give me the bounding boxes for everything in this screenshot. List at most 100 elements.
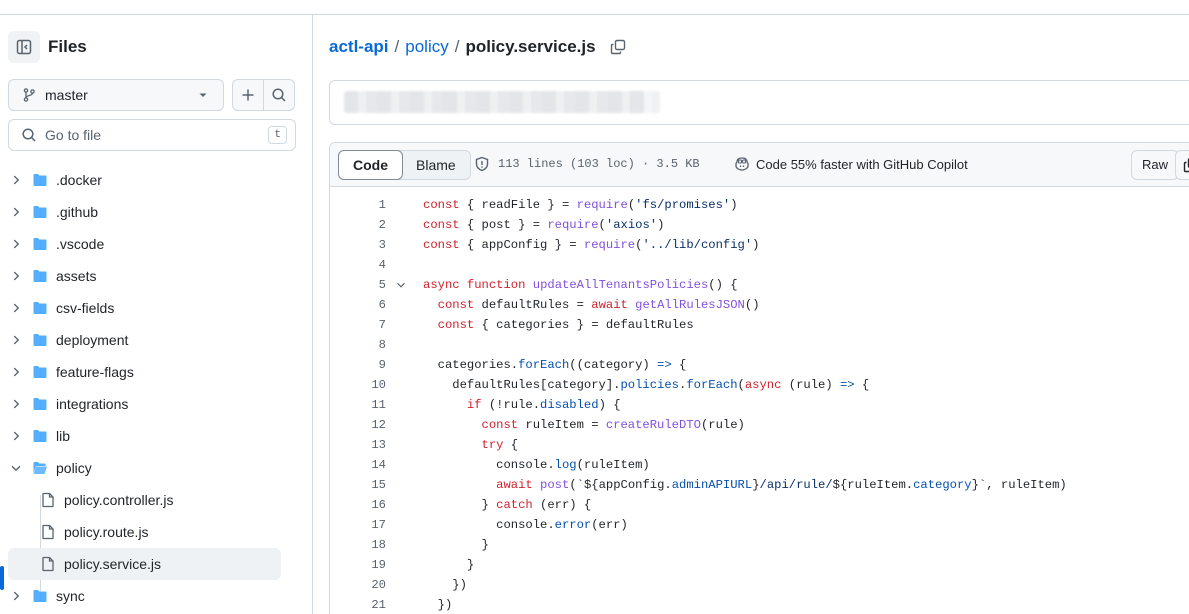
- code-viewer-header: Code Blame 113 lines (103 loc) · 3.5 KB …: [330, 143, 1189, 187]
- code-line: 3 const { appConfig } = require('../lib/c…: [330, 235, 1189, 255]
- raw-button[interactable]: Raw: [1131, 150, 1180, 180]
- folder-icon: [32, 268, 48, 284]
- line-number[interactable]: 18: [330, 535, 386, 555]
- collapse-sidebar-button[interactable]: [8, 31, 40, 63]
- chevron-right-icon[interactable]: [9, 205, 23, 219]
- line-number[interactable]: 13: [330, 435, 386, 455]
- tab-code[interactable]: Code: [338, 150, 403, 180]
- tree-item-label: assets: [56, 268, 97, 284]
- code-text: console.error(err): [423, 518, 628, 532]
- line-number[interactable]: 11: [330, 395, 386, 415]
- file-icon: [40, 556, 56, 572]
- copy-path-button[interactable]: [610, 39, 626, 55]
- tab-blame[interactable]: Blame: [402, 151, 470, 179]
- search-icon: [272, 88, 286, 102]
- line-number[interactable]: 19: [330, 555, 386, 575]
- tree-folder-item[interactable]: policy: [0, 452, 312, 484]
- chevron-right-icon[interactable]: [9, 365, 23, 379]
- line-number[interactable]: 10: [330, 375, 386, 395]
- redacted-commit-info: [344, 91, 644, 113]
- chevron-right-icon[interactable]: [9, 173, 23, 187]
- tree-folder-item[interactable]: .vscode: [0, 228, 312, 260]
- tree-folder-item[interactable]: sync: [0, 580, 312, 612]
- file-stats: 113 lines (103 loc) · 3.5 KB: [498, 157, 700, 171]
- chevron-right-icon[interactable]: [9, 589, 23, 603]
- chevron-right-icon[interactable]: [9, 397, 23, 411]
- line-number[interactable]: 6: [330, 295, 386, 315]
- line-number[interactable]: 7: [330, 315, 386, 335]
- code-line: 6 const defaultRules = await getAllRules…: [330, 295, 1189, 315]
- chevron-right-icon[interactable]: [9, 237, 23, 251]
- folder-icon: [32, 332, 48, 348]
- git-branch-icon: [23, 88, 35, 102]
- chevron-right-icon[interactable]: [9, 301, 23, 315]
- code-line: 12 const ruleItem = createRuleDTO(rule): [330, 415, 1189, 435]
- code-line: 2 const { post } = require('axios'): [330, 215, 1189, 235]
- chevron-right-icon[interactable]: [9, 269, 23, 283]
- line-number[interactable]: 8: [330, 335, 386, 355]
- copilot-promo[interactable]: Code 55% faster with GitHub Copilot: [734, 156, 968, 172]
- line-number[interactable]: 4: [330, 255, 386, 275]
- search-code-button[interactable]: [263, 79, 295, 111]
- folder-icon: [32, 588, 48, 604]
- chevron-right-icon[interactable]: [9, 333, 23, 347]
- folder-icon: [32, 396, 48, 412]
- breadcrumb-repo-link[interactable]: actl-api: [329, 37, 389, 57]
- tree-folder-item[interactable]: .github: [0, 196, 312, 228]
- tree-file-item[interactable]: policy.route.js: [0, 516, 312, 548]
- chevron-down-icon[interactable]: [9, 461, 23, 475]
- tree-folder-item[interactable]: feature-flags: [0, 356, 312, 388]
- code-text: const ruleItem = createRuleDTO(rule): [481, 418, 745, 432]
- code-line: 18 }: [330, 535, 1189, 555]
- line-number[interactable]: 21: [330, 595, 386, 614]
- tree-item-label: policy.route.js: [64, 524, 149, 540]
- tree-folder-item[interactable]: deployment: [0, 324, 312, 356]
- line-number[interactable]: 3: [330, 235, 386, 255]
- tree-folder-item[interactable]: lib: [0, 420, 312, 452]
- line-number[interactable]: 9: [330, 355, 386, 375]
- fold-chevron-icon[interactable]: [394, 278, 408, 292]
- breadcrumb: actl-api / policy / policy.service.js: [329, 37, 626, 57]
- line-number[interactable]: 5: [330, 275, 386, 295]
- line-number[interactable]: 1: [330, 195, 386, 215]
- code-line: 4: [330, 255, 1189, 275]
- line-number[interactable]: 16: [330, 495, 386, 515]
- copy-icon: [1183, 158, 1189, 173]
- line-number[interactable]: 2: [330, 215, 386, 235]
- branch-selector[interactable]: master: [8, 79, 224, 111]
- code-line: 9 categories.forEach((category) => {: [330, 355, 1189, 375]
- code-text: }): [423, 578, 467, 592]
- tree-file-item[interactable]: policy.controller.js: [0, 484, 312, 516]
- view-mode-toggle: Code Blame: [338, 150, 471, 180]
- tree-file-item[interactable]: policy.service.js: [8, 548, 281, 580]
- line-number[interactable]: 12: [330, 415, 386, 435]
- code-line: 1 const { readFile } = require('fs/promis…: [330, 195, 1189, 215]
- code-line: 16 } catch (err) {: [330, 495, 1189, 515]
- file-tree: .docker .github .vscode assets csv-fields dep…: [0, 164, 312, 612]
- tree-item-label: lib: [56, 428, 71, 444]
- chevron-right-icon[interactable]: [9, 429, 23, 443]
- code-line: 21 }): [330, 595, 1189, 614]
- tree-folder-item[interactable]: .docker: [0, 164, 312, 196]
- code-text: const { readFile } = require('fs/promise…: [423, 198, 738, 212]
- tree-folder-item[interactable]: csv-fields: [0, 292, 312, 324]
- tree-folder-item[interactable]: integrations: [0, 388, 312, 420]
- code-line: 20 }): [330, 575, 1189, 595]
- line-number[interactable]: 15: [330, 475, 386, 495]
- copy-raw-button[interactable]: [1175, 150, 1189, 180]
- code-line: 19 }: [330, 555, 1189, 575]
- tree-folder-item[interactable]: assets: [0, 260, 312, 292]
- folder-icon: [32, 172, 48, 188]
- add-file-button[interactable]: [232, 79, 264, 111]
- line-number[interactable]: 20: [330, 575, 386, 595]
- breadcrumb-folder-link[interactable]: policy: [405, 37, 448, 57]
- line-number[interactable]: 14: [330, 455, 386, 475]
- line-number[interactable]: 17: [330, 515, 386, 535]
- breadcrumb-separator: /: [454, 37, 460, 56]
- tree-item-label: sync: [56, 588, 85, 604]
- go-to-file-input[interactable]: [45, 127, 269, 143]
- copy-icon: [610, 39, 625, 55]
- tree-item-label: integrations: [56, 396, 129, 412]
- go-to-file-box[interactable]: t: [8, 119, 296, 151]
- folder-icon: [32, 364, 48, 380]
